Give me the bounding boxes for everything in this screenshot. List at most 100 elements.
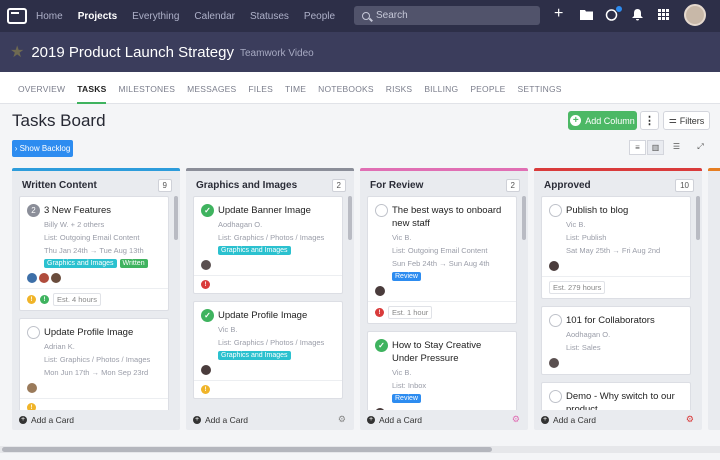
- avatar[interactable]: [51, 273, 61, 283]
- star-icon[interactable]: ★: [10, 42, 24, 62]
- folder-icon[interactable]: [580, 9, 593, 23]
- card-title[interactable]: 3 New Features: [44, 204, 111, 217]
- completed-check-icon[interactable]: ✓: [201, 204, 214, 217]
- avatar[interactable]: [201, 365, 211, 375]
- task-card[interactable]: Demo - Why switch to our productAodhagan…: [541, 382, 691, 410]
- complete-checkbox[interactable]: [375, 204, 388, 217]
- show-backlog-button[interactable]: › Show Backlog: [12, 140, 73, 157]
- tab-billing[interactable]: BILLING: [424, 72, 458, 104]
- task-card[interactable]: The best ways to onboard new staff Vic B.…: [367, 196, 517, 324]
- task-card[interactable]: ✓ How to Stay Creative Under Pressure Vic …: [367, 331, 517, 410]
- column-scrollbar-thumb[interactable]: [348, 196, 352, 240]
- tab-files[interactable]: FILES: [248, 72, 273, 104]
- list-view-icon[interactable]: ≡: [629, 140, 646, 155]
- tab-messages[interactable]: MESSAGES: [187, 72, 236, 104]
- bell-icon[interactable]: [632, 9, 643, 24]
- column-header[interactable]: For Review 2: [360, 174, 528, 196]
- task-card[interactable]: ✓ Update Banner Image Aodhagan O. List: Gra…: [193, 196, 343, 294]
- complete-checkbox[interactable]: [27, 326, 40, 339]
- column-header[interactable]: Approved 10: [534, 174, 702, 196]
- filters-button[interactable]: ⚌ Filters: [663, 111, 710, 130]
- card-title[interactable]: 101 for Collaborators: [566, 314, 655, 327]
- tag-badge[interactable]: Review: [392, 394, 421, 403]
- avatar[interactable]: [27, 383, 37, 393]
- tab-notebooks[interactable]: NOTEBOOKS: [318, 72, 374, 104]
- project-company[interactable]: Teamwork Video: [240, 48, 314, 59]
- board-view-icon[interactable]: ▥: [647, 140, 664, 155]
- gantt-view-icon[interactable]: ☰: [668, 140, 685, 155]
- user-avatar[interactable]: [684, 4, 706, 26]
- task-card[interactable]: ✓ Update Profile Image Vic B. List: Graphic…: [193, 301, 343, 399]
- tab-risks[interactable]: RISKS: [386, 72, 413, 104]
- tab-overview[interactable]: OVERVIEW: [18, 72, 65, 104]
- column-scrollbar-thumb[interactable]: [522, 196, 526, 240]
- nav-home[interactable]: Home: [36, 11, 63, 22]
- add-column-button[interactable]: + Add Column: [568, 111, 637, 130]
- app-logo-icon[interactable]: [7, 8, 27, 24]
- priority-medium-icon[interactable]: !: [27, 403, 36, 410]
- add-card-button[interactable]: + Add a Card: [19, 415, 74, 425]
- more-options-button[interactable]: ⋮: [640, 111, 659, 130]
- comment-icon[interactable]: !: [40, 295, 49, 304]
- add-icon[interactable]: +: [554, 6, 563, 22]
- apps-grid-icon[interactable]: [658, 9, 669, 23]
- complete-checkbox[interactable]: [549, 314, 562, 327]
- task-card[interactable]: Update Profile Image Adrian K. List: Graph…: [19, 318, 169, 410]
- add-card-button[interactable]: + Add a Card: [367, 415, 422, 425]
- task-card[interactable]: Publish to blog Vic B. List: Publish Sat Ma…: [541, 196, 691, 299]
- column-header[interactable]: Written Content 9: [12, 174, 180, 196]
- column-header[interactable]: Graphics and Images 2: [186, 174, 354, 196]
- priority-high-icon[interactable]: !: [375, 308, 384, 317]
- avatar[interactable]: [201, 260, 211, 270]
- completed-check-icon[interactable]: ✓: [375, 339, 388, 352]
- tab-people[interactable]: PEOPLE: [470, 72, 505, 104]
- card-title[interactable]: Demo - Why switch to our product: [566, 390, 683, 410]
- card-title[interactable]: Publish to blog: [566, 204, 628, 217]
- complete-checkbox[interactable]: [549, 204, 562, 217]
- card-title[interactable]: The best ways to onboard new staff: [392, 204, 509, 230]
- avatar[interactable]: [375, 286, 385, 296]
- nav-projects[interactable]: Projects: [78, 11, 117, 22]
- tag-badge[interactable]: Review: [392, 272, 421, 281]
- avatar[interactable]: [549, 261, 559, 271]
- tag-badge[interactable]: Written: [119, 259, 148, 268]
- nav-calendar[interactable]: Calendar: [194, 11, 235, 22]
- tag-badge[interactable]: Graphics and Images: [218, 246, 291, 255]
- fullscreen-icon[interactable]: ⤢: [692, 140, 709, 155]
- column-scrollbar-thumb[interactable]: [174, 196, 178, 240]
- task-card[interactable]: 2 3 New Features Billy W. + 2 others List: …: [19, 196, 169, 311]
- tag-badge[interactable]: Graphics and Images: [218, 351, 291, 360]
- column-scrollbar-thumb[interactable]: [696, 196, 700, 240]
- column-settings-icon[interactable]: ⚙: [512, 414, 520, 425]
- subtask-count-icon[interactable]: 2: [27, 204, 40, 217]
- tab-time[interactable]: TIME: [285, 72, 306, 104]
- add-card-button[interactable]: + Add a Card: [541, 415, 596, 425]
- horizontal-scrollbar-thumb[interactable]: [2, 447, 492, 452]
- column-settings-icon[interactable]: ⚙: [338, 414, 346, 425]
- avatar[interactable]: [375, 408, 385, 410]
- tab-settings[interactable]: SETTINGS: [518, 72, 562, 104]
- avatar[interactable]: [39, 273, 49, 283]
- nav-statuses[interactable]: Statuses: [250, 11, 289, 22]
- card-title[interactable]: Update Profile Image: [44, 326, 133, 339]
- avatar[interactable]: [549, 358, 559, 368]
- column-settings-icon[interactable]: ⚙: [686, 414, 694, 425]
- complete-checkbox[interactable]: [549, 390, 562, 403]
- tab-tasks[interactable]: TASKS: [77, 72, 107, 104]
- avatar[interactable]: [27, 273, 37, 283]
- card-title[interactable]: Update Profile Image: [218, 309, 307, 322]
- card-title[interactable]: Update Banner Image: [218, 204, 311, 217]
- nav-everything[interactable]: Everything: [132, 11, 179, 22]
- search-input[interactable]: [376, 10, 526, 21]
- tab-milestones[interactable]: MILESTONES: [118, 72, 175, 104]
- add-card-button[interactable]: + Add a Card: [193, 415, 248, 425]
- task-card[interactable]: 101 for Collaborators Aodhagan O. List: Sa…: [541, 306, 691, 375]
- nav-people[interactable]: People: [304, 11, 335, 22]
- completed-check-icon[interactable]: ✓: [201, 309, 214, 322]
- priority-medium-icon[interactable]: !: [27, 295, 36, 304]
- card-title[interactable]: How to Stay Creative Under Pressure: [392, 339, 509, 365]
- priority-medium-icon[interactable]: !: [201, 385, 210, 394]
- tag-badge[interactable]: Graphics and Images: [44, 259, 117, 268]
- search-box[interactable]: [354, 6, 540, 25]
- priority-high-icon[interactable]: !: [201, 280, 210, 289]
